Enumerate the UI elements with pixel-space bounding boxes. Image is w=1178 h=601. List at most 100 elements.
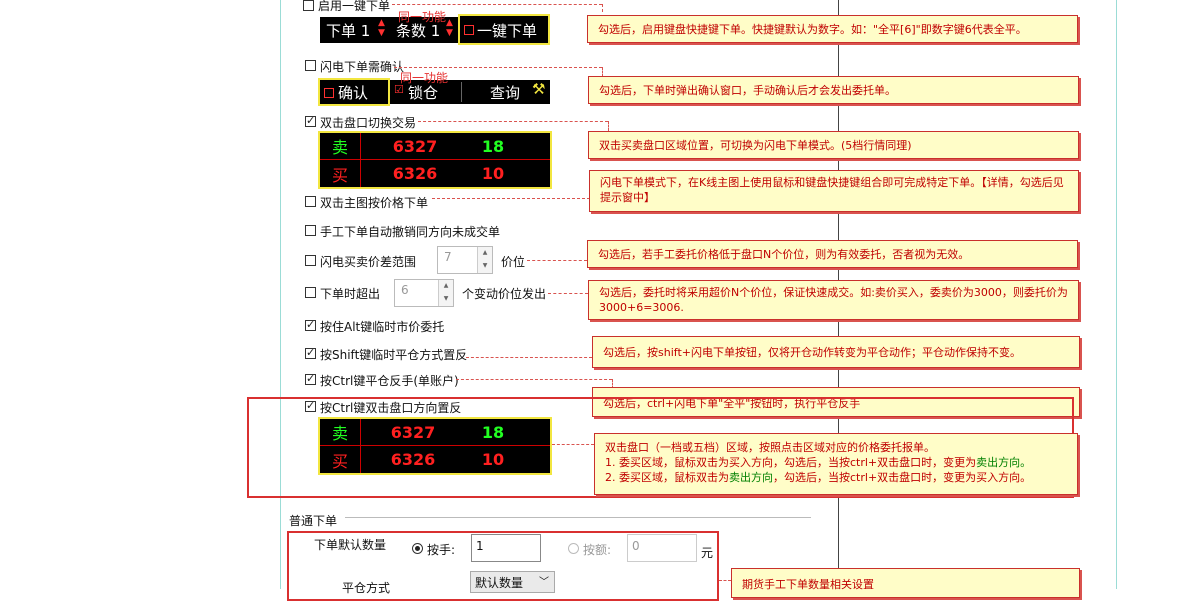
sell-price: 6327 (392, 136, 438, 156)
close-mode-label: 平仓方式 (342, 581, 391, 595)
by-amount-label: 按额: (583, 543, 612, 557)
quote-panel-2[interactable]: 卖 6327 18 买 6326 10 (318, 417, 552, 475)
query-label[interactable]: 查询 (490, 82, 520, 103)
connector (456, 379, 612, 380)
spin-up-icon[interactable]: ▲ (477, 247, 492, 260)
one-key-label: 一键下单 (477, 22, 538, 40)
note-shift-reverse: 勾选后，按shift+闪电下单按钮，仅将开仓动作转变为平仓动作；平仓动作保持不变… (592, 336, 1080, 368)
normal-section-title: 普通下单 (289, 514, 338, 528)
by-hand-label: 按手: (427, 543, 456, 557)
same-function-tag: 同一功能 (400, 71, 449, 85)
ctrl-dblclick-checkbox[interactable] (305, 399, 316, 412)
enable-hotkey-label: 启用一键下单 (318, 0, 391, 13)
flash-spread-checkbox[interactable] (305, 255, 316, 266)
col-divider (360, 160, 361, 187)
quote-buy-row[interactable]: 买 6326 10 (320, 446, 550, 473)
connector (602, 4, 603, 12)
connector (527, 260, 587, 261)
sell-tag: 卖 (331, 138, 348, 157)
sell-tag: 卖 (331, 424, 348, 443)
spin-down-icon[interactable]: ▼ (477, 260, 492, 273)
note-over-price: 勾选后，委托时将采用超价N个价位，保证快速成交。如:卖价买入，委卖价为3000，… (588, 280, 1079, 320)
buy-tag: 买 (331, 451, 348, 471)
one-key-checkbox-icon (464, 25, 474, 35)
ctrl-dblclick-label: 按Ctrl键双击盘口方向置反 (320, 401, 462, 415)
flash-confirm-checkbox[interactable] (305, 60, 316, 71)
over-price-input[interactable]: 6 ▲ ▼ (394, 279, 454, 307)
main-chart-price-checkbox[interactable] (305, 196, 316, 207)
shift-reverse-checkbox[interactable] (305, 346, 316, 359)
buy-qty: 10 (481, 164, 505, 183)
connector (466, 357, 592, 358)
same-function-tag: 同一功能 (398, 10, 447, 24)
flash-spread-input[interactable]: 7 ▲ ▼ (437, 246, 493, 274)
col-divider (360, 419, 361, 445)
alt-market-label: 按住Alt键临时市价委托 (320, 320, 445, 334)
dblclick-switch-label: 双击盘口切换交易 (320, 116, 417, 130)
connector (392, 4, 602, 5)
flash-spread-label: 闪电买卖价差范围 (320, 255, 417, 269)
confirm-label: 确认 (338, 84, 369, 102)
note-ctrl-dblclick: 双击盘口（一档或五档）区域，按照点击区域对应的价格委托报单。 1. 委买区域，鼠… (594, 433, 1078, 495)
bar-divider (461, 82, 462, 102)
auto-cancel-label: 手工下单自动撤销同方向未成交单 (320, 225, 501, 239)
col-divider (360, 446, 361, 473)
left-border (280, 0, 281, 589)
tools-icon[interactable]: ⚒ (532, 80, 545, 98)
yuan-label: 元 (701, 546, 714, 560)
by-amount-radio[interactable] (568, 543, 579, 554)
quote-sell-row[interactable]: 卖 6327 18 (320, 419, 550, 446)
over-price-label: 下单时超出 (320, 287, 381, 301)
note-normal-qty: 期货手工下单数量相关设置 (731, 568, 1080, 598)
enable-hotkey-checkbox[interactable] (303, 0, 314, 11)
confirm-checkbox-icon (324, 88, 334, 98)
connector (552, 444, 594, 445)
right-border (1116, 0, 1117, 589)
note-dblclick-switch: 双击买卖盘口区域位置，可切换为闪电下单模式。(5档行情同理) (588, 131, 1079, 159)
quote-sell-row[interactable]: 卖 6327 18 (320, 133, 550, 160)
auto-cancel-checkbox[interactable] (305, 225, 316, 236)
ctrl-reverse-checkbox[interactable] (305, 372, 316, 385)
ctrl-reverse-label: 按Ctrl键平仓反手(单账户) (320, 374, 459, 388)
spin-arrows-icon[interactable]: ▲ ▼ (378, 18, 385, 38)
note-flash-confirm: 勾选后，下单时弹出确认窗口，手动确认后才会发出委托单。 (588, 76, 1079, 104)
connector (432, 198, 590, 199)
note-flash-spread: 勾选后，若手工委托价格低于盘口N个价位，则为有效委托，否者视为无效。 (587, 240, 1078, 268)
amount-input[interactable]: 0 (627, 534, 697, 562)
sell-qty: 18 (481, 136, 505, 156)
quote-buy-row[interactable]: 买 6326 10 (320, 160, 550, 187)
connector (418, 121, 608, 122)
flash-spread-unit: 价位 (501, 255, 526, 269)
alt-market-checkbox[interactable] (305, 318, 316, 331)
dblclick-switch-checkbox[interactable] (305, 114, 316, 127)
buy-qty: 10 (481, 450, 505, 469)
connector (608, 121, 609, 131)
over-price-checkbox[interactable] (305, 287, 316, 298)
shift-reverse-label: 按Shift键临时平仓方式置反 (320, 348, 468, 362)
main-chart-price-label: 双击主图按价格下单 (320, 196, 429, 210)
buy-price: 6326 (390, 450, 436, 469)
spin-up-icon[interactable]: ▲ (438, 280, 453, 293)
connector (719, 580, 731, 581)
hotkey-qty-label[interactable]: 下单 1 (326, 20, 370, 41)
connector (548, 293, 588, 294)
spin-down-icon[interactable]: ▼ (438, 293, 453, 306)
buy-price: 6326 (392, 164, 438, 183)
flash-confirm-label: 闪电下单需确认 (320, 60, 405, 74)
default-qty-label: 下单默认数量 (314, 538, 387, 552)
note-main-chart: 闪电下单模式下，在K线主图上使用鼠标和键盘快捷键组合即可完成特定下单。【详情，勾… (589, 170, 1079, 212)
spin-arrows-icon[interactable]: ▲ ▼ (446, 18, 453, 38)
buy-tag: 买 (331, 165, 348, 185)
connector (394, 67, 602, 68)
sell-price: 6327 (390, 422, 436, 442)
col-divider (360, 133, 361, 159)
chevron-down-icon: ﹀ (539, 577, 549, 588)
by-hand-radio[interactable] (412, 543, 423, 554)
sell-qty: 18 (481, 422, 505, 442)
quote-panel-1[interactable]: 卖 6327 18 买 6326 10 (318, 131, 552, 189)
hand-qty-input[interactable]: 1 (471, 534, 541, 562)
section-divider (345, 517, 811, 518)
over-price-unit: 个变动价位发出 (462, 287, 547, 301)
note-hotkey: 勾选后，启用键盘快捷键下单。快捷键默认为数字。如："全平[6]"即数字键6代表全… (587, 15, 1078, 43)
close-mode-select[interactable]: 默认数量 ﹀ (470, 571, 555, 593)
